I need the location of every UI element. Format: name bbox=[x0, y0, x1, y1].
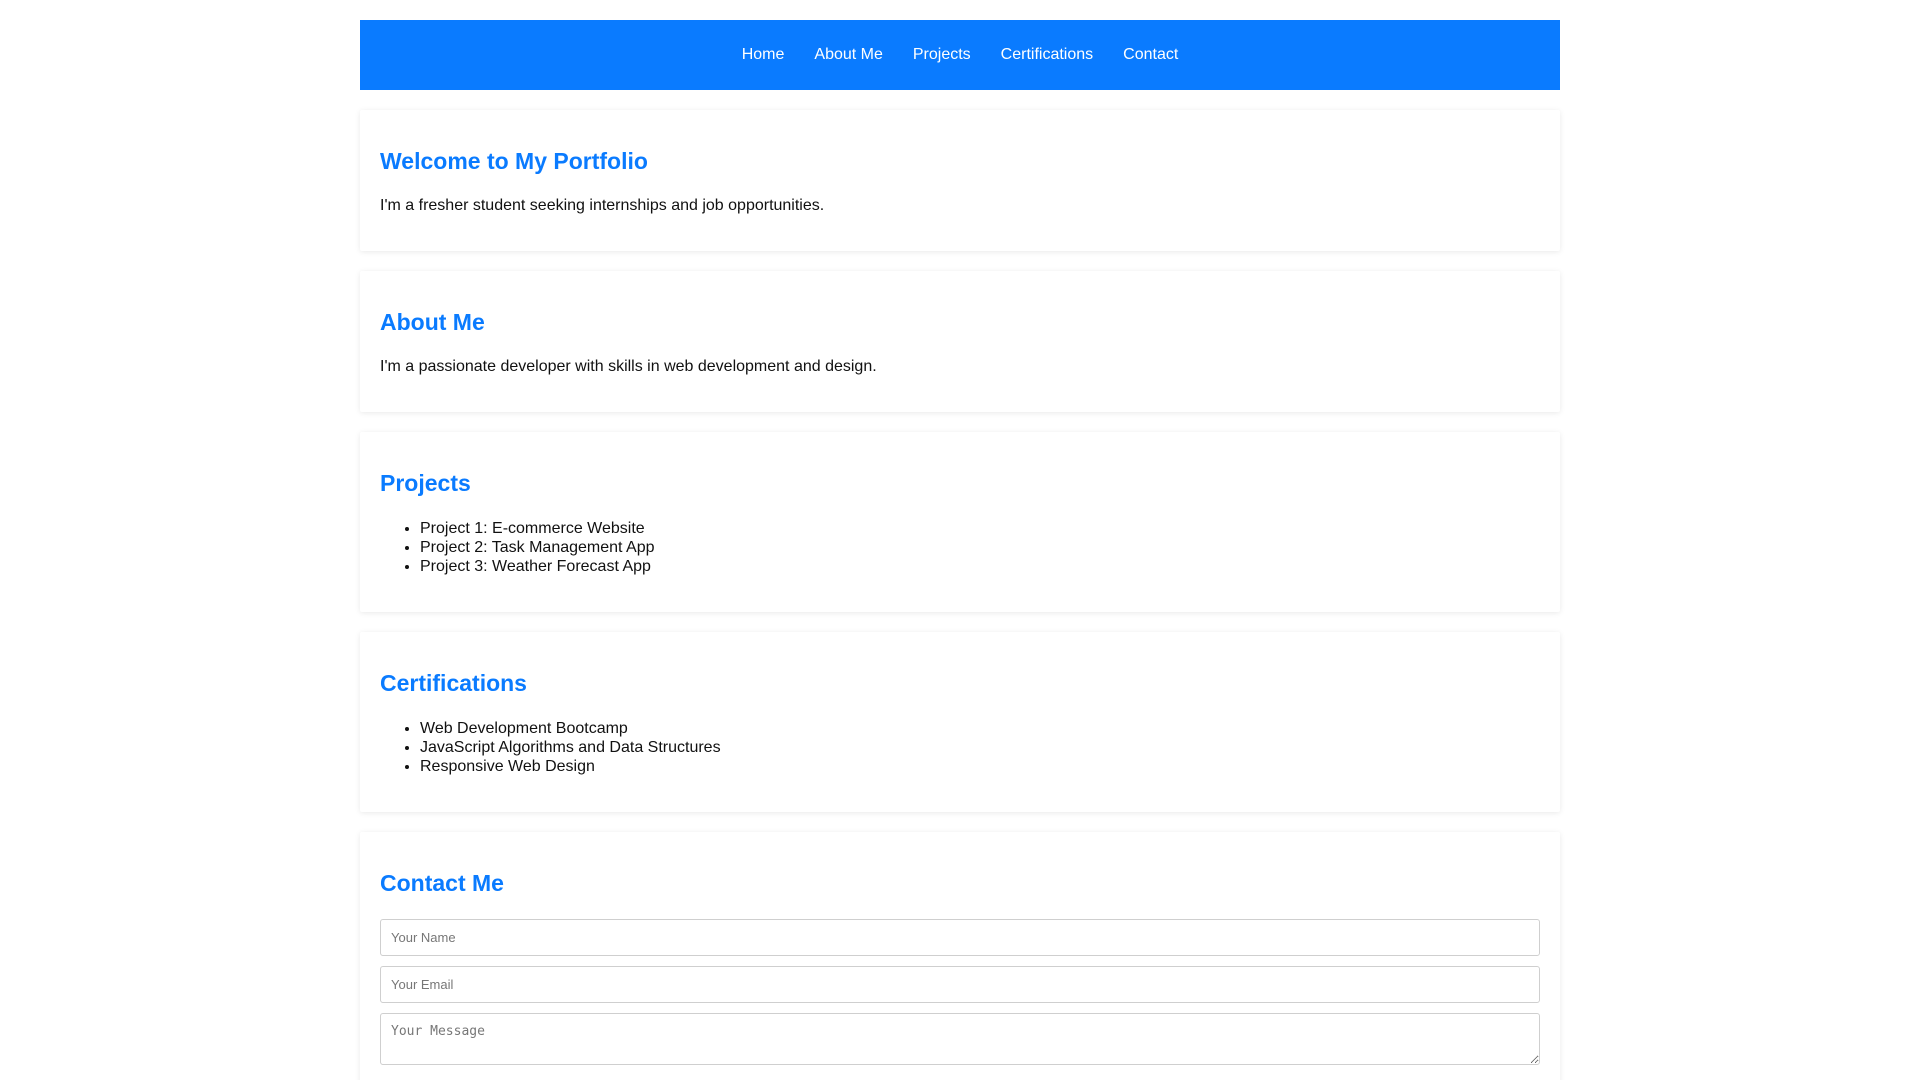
projects-title: Projects bbox=[380, 470, 471, 496]
list-item: Project 1: E-commerce Website bbox=[420, 519, 1540, 538]
top-nav: Home About Me Projects Certifications Co… bbox=[360, 20, 1560, 90]
list-item: Responsive Web Design bbox=[420, 757, 1540, 776]
home-section: Welcome to My Portfolio I'm a fresher st… bbox=[360, 110, 1560, 251]
list-item: Web Development Bootcamp bbox=[420, 719, 1540, 738]
list-item: Project 2: Task Management App bbox=[420, 538, 1540, 557]
projects-list: Project 1: E-commerce Website Project 2:… bbox=[380, 519, 1540, 576]
nav-item-home[interactable]: Home bbox=[742, 46, 785, 64]
certifications-list: Web Development Bootcamp JavaScript Algo… bbox=[380, 719, 1540, 776]
email-input[interactable] bbox=[380, 966, 1540, 1003]
nav-item-certifications[interactable]: Certifications bbox=[1001, 46, 1093, 64]
about-section: About Me I'm a passionate developer with… bbox=[360, 271, 1560, 412]
name-input[interactable] bbox=[380, 919, 1540, 956]
contact-section: Contact Me bbox=[360, 832, 1560, 1080]
about-text: I'm a passionate developer with skills i… bbox=[380, 358, 877, 375]
list-item: Project 3: Weather Forecast App bbox=[420, 557, 1540, 576]
page: Home About Me Projects Certifications Co… bbox=[360, 0, 1560, 1080]
home-title: Welcome to My Portfolio bbox=[380, 148, 648, 174]
nav-item-projects[interactable]: Projects bbox=[913, 46, 971, 64]
nav-item-contact[interactable]: Contact bbox=[1123, 46, 1178, 64]
nav-item-about-me[interactable]: About Me bbox=[814, 46, 882, 64]
message-textarea[interactable] bbox=[380, 1013, 1540, 1065]
certifications-section: Certifications Web Development Bootcamp … bbox=[360, 632, 1560, 812]
home-text: I'm a fresher student seeking internship… bbox=[380, 197, 825, 214]
projects-section: Projects Project 1: E-commerce Website P… bbox=[360, 432, 1560, 612]
about-title: About Me bbox=[380, 309, 485, 335]
list-item: JavaScript Algorithms and Data Structure… bbox=[420, 738, 1540, 757]
certifications-title: Certifications bbox=[380, 670, 527, 696]
contact-title: Contact Me bbox=[380, 870, 504, 896]
